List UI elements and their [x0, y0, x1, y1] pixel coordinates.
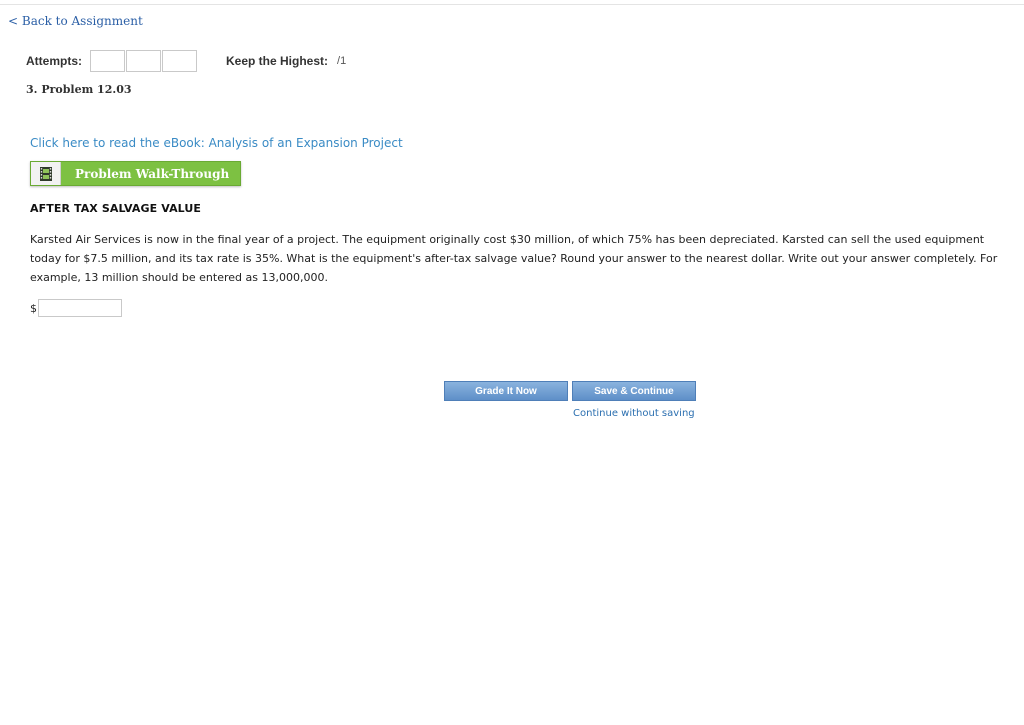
save-and-continue-button[interactable]: Save & Continue: [572, 381, 696, 401]
problem-title: 3. Problem 12.03: [26, 83, 132, 96]
problem-walkthrough-button[interactable]: Problem Walk-Through: [30, 161, 241, 186]
attempt-box-2: [126, 50, 161, 72]
grade-it-now-button[interactable]: Grade It Now: [444, 381, 568, 401]
attempt-box-3: [162, 50, 197, 72]
top-divider: [0, 4, 1024, 5]
keep-highest-label: Keep the Highest:: [226, 54, 329, 68]
attempt-box-1: [90, 50, 125, 72]
problem-text: Karsted Air Services is now in the final…: [30, 233, 998, 284]
ebook-link[interactable]: Click here to read the eBook: Analysis o…: [30, 136, 403, 150]
currency-symbol: $: [30, 301, 37, 315]
back-to-assignment-link[interactable]: < Back to Assignment: [8, 14, 143, 28]
attempts-label: Attempts:: [26, 54, 82, 68]
film-icon: [31, 162, 61, 185]
continue-without-saving-link[interactable]: Continue without saving: [573, 408, 695, 419]
assignment-page: < Back to Assignment Attempts: Keep the …: [0, 0, 1024, 725]
answer-row: $: [30, 299, 122, 317]
section-heading: AFTER TAX SALVAGE VALUE: [30, 202, 202, 215]
walkthrough-label: Problem Walk-Through: [75, 166, 230, 181]
answer-input[interactable]: [38, 299, 122, 317]
keep-highest-score: /1: [337, 55, 347, 67]
attempts-row: Attempts: Keep the Highest: /1: [26, 49, 346, 73]
